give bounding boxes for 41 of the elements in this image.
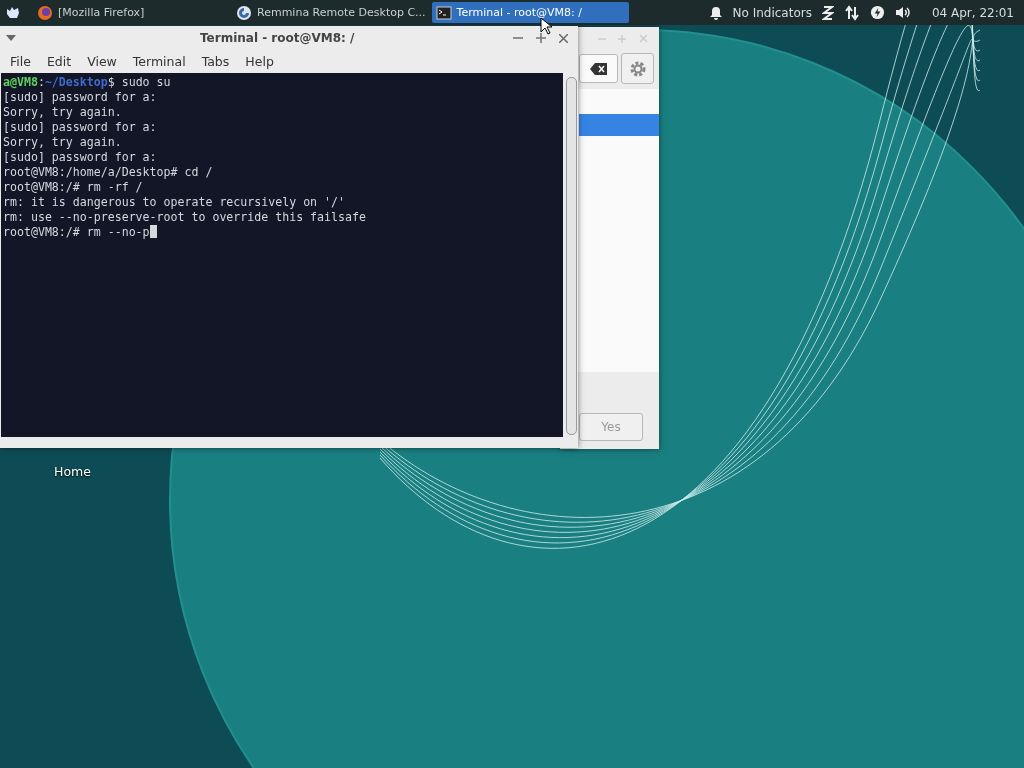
terminal-line: root@VM8:/# rm --no-p [2, 225, 150, 240]
firefox-icon [37, 4, 53, 21]
taskbar-button[interactable]: [Mozilla Firefox] [33, 2, 230, 23]
zigzag-icon[interactable] [821, 4, 834, 21]
mouse-cursor-icon [540, 17, 552, 35]
terminal-icon [435, 4, 452, 21]
remmina-icon [236, 4, 252, 21]
bell-icon[interactable] [708, 5, 723, 20]
window-title: Terminal - root@VM8: / [200, 31, 355, 45]
volume-icon[interactable] [894, 5, 912, 20]
terminal-line: root@VM8:/# rm -rf / [2, 180, 143, 195]
window-menu-icon[interactable] [6, 35, 16, 41]
backspace-icon [590, 62, 607, 75]
indicator-label: No Indicators [732, 5, 812, 20]
menu-item[interactable]: View [79, 54, 125, 69]
maximize-icon[interactable] [536, 33, 546, 43]
power-icon[interactable] [869, 5, 885, 20]
terminal-line: [sudo] password for a: [2, 90, 157, 105]
clear-field-button[interactable] [579, 54, 618, 83]
terminal-line: [sudo] password for a: [2, 120, 157, 135]
terminal-line: rm: it is dangerous to operate recursively on '/' [2, 195, 346, 210]
desktop-icon-label[interactable]: Home [54, 464, 91, 479]
menu-item[interactable]: Edit [38, 54, 80, 69]
settings-icon [628, 59, 647, 78]
menu-item[interactable]: Tabs [193, 54, 238, 69]
terminal-line: root@VM8:/home/a/Desktop# cd / [2, 165, 213, 180]
terminal-line: rm: use --no-preserve-root to override this failsafe [2, 210, 366, 225]
menu-item[interactable]: Terminal [124, 54, 194, 69]
terminal-line: a@VM8:~/Desktop$ sudo su [2, 75, 171, 90]
clock[interactable]: 04 Apr, 22:01 [931, 5, 1014, 20]
scrollbar[interactable] [566, 77, 577, 435]
text-cursor [149, 225, 157, 238]
taskbar-button[interactable]: Terminal - root@VM8: / [431, 2, 629, 23]
terminal-line: Sorry, try again. [2, 135, 122, 150]
close-icon[interactable] [559, 33, 568, 43]
menu-item[interactable]: File [0, 54, 39, 69]
terminal-line: Sorry, try again. [2, 105, 122, 120]
network-arrows-icon[interactable] [843, 4, 860, 21]
menu-item[interactable]: Help [237, 54, 282, 69]
terminal-line: [sudo] password for a: [2, 150, 157, 165]
taskbar-button[interactable]: Remmina Remote Desktop C... [232, 2, 430, 23]
